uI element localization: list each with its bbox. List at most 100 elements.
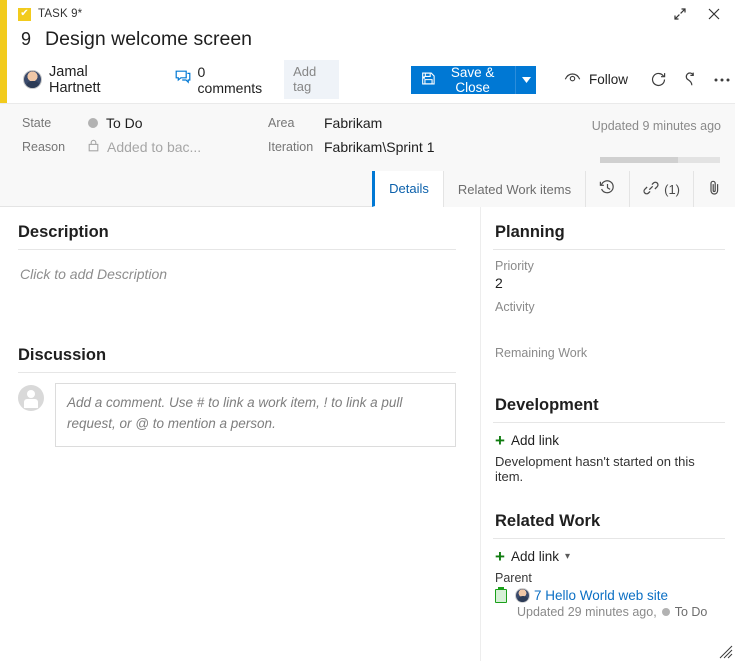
chevron-down-icon: ▾ [565,551,570,562]
follow-label: Follow [589,72,628,87]
related-work-add-link-label: Add link [511,549,559,564]
header-actions-row: Jamal Hartnett 0 comments Add tag [7,51,735,99]
development-empty-note: Development hasn't started on this item. [495,454,725,484]
area-field-label: Area [268,116,324,130]
plus-icon: + [495,432,505,449]
tab-related-work-items[interactable]: Related Work items [443,171,585,207]
area-field-value[interactable]: Fabrikam [324,115,524,131]
description-heading: Description [18,223,456,242]
related-work-add-link-button[interactable]: + Add link ▾ [495,548,570,565]
priority-label: Priority [495,259,725,273]
eye-icon [564,72,581,87]
attachment-icon [707,179,722,199]
work-item-body: Description Click to add Description Dis… [0,207,735,661]
work-item-title[interactable]: Design welcome screen [45,28,252,51]
work-item-type-chip: ✔ TASK 9* [18,8,82,21]
related-work-item[interactable]: 7 Hello World web site [495,588,725,603]
iteration-field-label: Iteration [268,140,324,154]
description-section: Description Click to add Description [18,223,456,318]
history-icon [599,179,616,199]
assigned-to[interactable]: Jamal Hartnett [23,64,122,96]
save-icon [421,71,436,89]
planning-heading: Planning [495,223,725,242]
state-field-value[interactable]: To Do [88,115,268,131]
state-dot-icon [662,608,670,616]
related-work-item-meta: Updated 29 minutes ago, To Do [517,605,725,619]
state-dot-icon [88,118,98,128]
comments-button[interactable]: 0 comments [175,64,263,96]
tab-links[interactable]: (1) [629,171,693,207]
fields-grid: State To Do Area Fabrikam Reason [22,115,524,155]
related-work-heading: Related Work [495,512,725,531]
description-divider [18,249,456,250]
tab-details[interactable]: Details [372,171,443,207]
related-work-group-label: Parent [495,571,725,585]
priority-value[interactable]: 2 [495,275,725,292]
description-input[interactable]: Click to add Description [18,260,456,318]
work-item-type-accent-bar [0,0,7,103]
fields-horizontal-scrollbar[interactable] [600,157,720,163]
undo-icon[interactable] [677,67,703,93]
related-work-divider [493,538,725,539]
remaining-work-value[interactable] [495,362,725,384]
iteration-field-value[interactable]: Fabrikam\Sprint 1 [324,139,524,155]
tab-related-work-items-label: Related Work items [458,182,571,197]
tab-attachments[interactable] [693,171,735,207]
planning-divider [493,249,725,250]
state-text: To Do [106,115,143,131]
header-tool-icons [645,67,735,93]
save-and-close-split-button: Save & Close [411,66,536,94]
work-item-fields-strip: State To Do Area Fabrikam Reason [0,103,735,171]
development-section: Development + Add link Development hasn'… [493,396,725,484]
save-close-label: Save & Close [443,65,503,95]
related-work-item-link[interactable]: 7 Hello World web site [534,588,668,603]
work-item-header: ✔ TASK 9* 9 Design welcome s [7,0,735,103]
work-item-type-label: TASK 9* [38,8,82,20]
tab-details-label: Details [389,181,429,196]
work-item-tabs: Details Related Work items ( [0,171,735,207]
work-item-dialog: ✔ TASK 9* 9 Design welcome s [0,0,735,661]
plus-icon: + [495,548,505,565]
avatar [515,588,530,603]
link-icon [643,180,659,199]
window-controls [667,3,727,25]
related-work-section: Related Work + Add link ▾ Parent 7 Hello… [493,512,725,619]
activity-value[interactable] [495,316,725,338]
save-close-dropdown-chevron-down-icon[interactable] [515,66,536,94]
details-right-column: Planning Priority 2 Activity Remaining W… [480,207,735,661]
discussion-comment-row: Add a comment. Use # to link a work item… [18,383,456,447]
work-item-id: 9 [21,29,31,50]
activity-label: Activity [495,300,725,314]
refresh-icon[interactable] [645,67,671,93]
user-story-icon [495,589,507,603]
task-check-icon: ✔ [18,8,31,21]
more-actions-icon[interactable] [709,67,735,93]
state-field-label: State [22,116,88,130]
reason-text: Added to bac... [107,139,201,155]
comments-count: 0 comments [198,64,263,96]
reason-field-label: Reason [22,140,88,154]
remaining-work-label: Remaining Work [495,346,725,360]
save-close-button[interactable]: Save & Close [411,66,516,94]
discussion-section: Discussion Add a comment. Use # to link … [18,346,456,447]
assigned-to-name: Jamal Hartnett [49,64,122,96]
updated-timestamp: Updated 9 minutes ago [592,119,721,133]
resize-handle[interactable] [719,645,733,659]
close-icon[interactable] [701,3,727,25]
comment-bubble-icon [175,70,191,89]
lock-icon [88,139,99,155]
development-add-link-button[interactable]: + Add link [495,432,559,449]
current-user-avatar [18,385,44,411]
scrollbar-thumb[interactable] [600,157,678,163]
follow-button[interactable]: Follow [560,72,632,87]
reason-field-value: Added to bac... [88,139,268,155]
discussion-divider [18,372,456,373]
tab-history[interactable] [585,171,629,207]
maximize-icon[interactable] [667,3,693,25]
development-heading: Development [495,396,725,415]
comment-input[interactable]: Add a comment. Use # to link a work item… [55,383,456,447]
discussion-heading: Discussion [18,346,456,365]
add-tag-button[interactable]: Add tag [284,60,339,99]
planning-section: Planning Priority 2 Activity Remaining W… [493,223,725,384]
related-work-item-state: To Do [675,605,708,619]
